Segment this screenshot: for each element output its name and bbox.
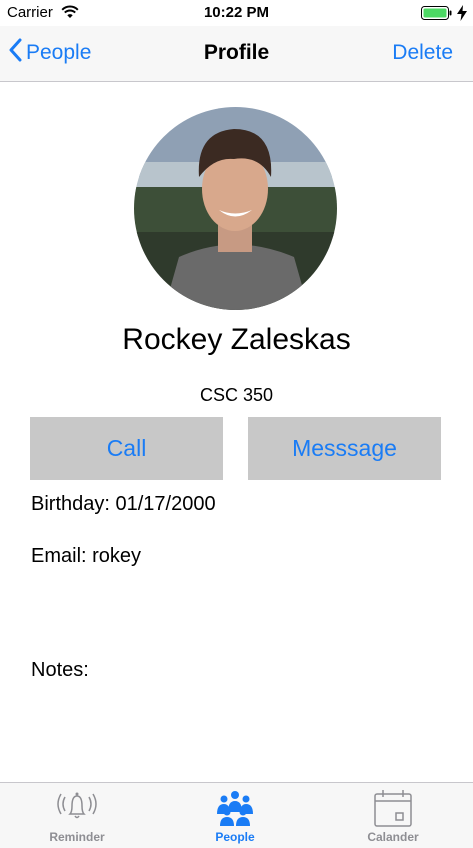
tab-label: Reminder (49, 830, 105, 844)
tab-label: People (215, 830, 255, 844)
tab-label: Calander (367, 830, 419, 844)
birthday-label: Birthday: 01/17/2000 (31, 493, 216, 515)
profile-photo (134, 107, 337, 310)
contact-course: CSC 350 (199, 385, 274, 405)
tab-bar: Reminder People Calander (0, 782, 473, 848)
charging-icon (457, 5, 467, 26)
tab-reminder[interactable]: Reminder (17, 783, 137, 848)
battery-icon (421, 6, 453, 25)
status-bar: Carrier 10:22 PM (0, 0, 473, 26)
email-label: Email: rokey (31, 545, 142, 567)
tab-calander[interactable]: Calander (333, 783, 453, 848)
message-button[interactable]: Messsage (248, 417, 441, 480)
delete-button[interactable]: Delete (392, 41, 453, 65)
clock: 10:22 PM (203, 4, 270, 21)
notes-label: Notes: (31, 659, 89, 681)
navigation-bar: People Profile Delete (0, 26, 473, 82)
bell-icon (17, 788, 137, 828)
tab-people[interactable]: People (175, 783, 295, 848)
calendar-icon (333, 788, 453, 828)
people-icon (175, 788, 295, 828)
call-button[interactable]: Call (30, 417, 223, 480)
contact-name: Rockey Zaleskas (122, 323, 351, 356)
